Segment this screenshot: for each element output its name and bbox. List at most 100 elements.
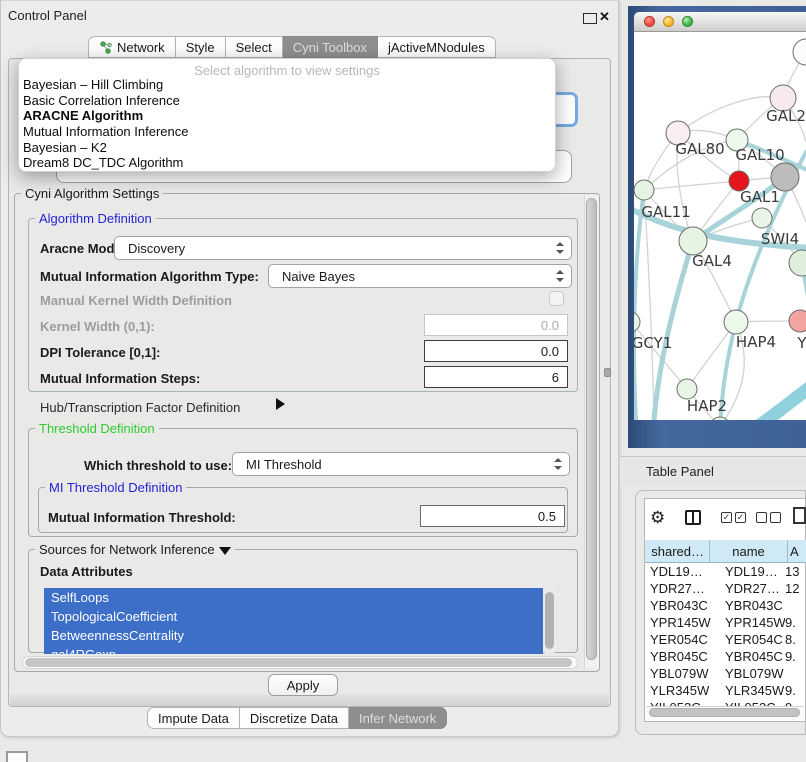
network-canvas[interactable]: GAL2GAL80GAL10GAL1GAL11SWI4GAL4GCY1HAP4Y… xyxy=(634,32,806,420)
mi-steps-label: Mutual Information Steps: xyxy=(40,371,200,386)
sources-title[interactable]: Sources for Network Inference xyxy=(35,542,235,557)
tab-impute-data[interactable]: Impute Data xyxy=(147,707,240,729)
network-node-gcy1[interactable] xyxy=(634,312,640,332)
application-root: Control Panel ✕ NetworkStyleSelectCyni T… xyxy=(0,0,806,762)
data-attribute-item[interactable]: SelfLoops xyxy=(44,588,543,607)
table-row[interactable]: YBR045CYBR045C9. xyxy=(645,648,806,665)
table-row[interactable]: YER054CYER054C8. xyxy=(645,631,806,648)
apply-button[interactable]: Apply xyxy=(268,674,338,696)
table-cell[interactable]: 12 xyxy=(785,581,806,596)
manual-kernel-checkbox[interactable] xyxy=(549,291,564,306)
zoom-traffic-light[interactable] xyxy=(682,16,693,27)
network-node[interactable] xyxy=(789,250,806,276)
tab-network[interactable]: Network xyxy=(88,36,176,58)
table-row[interactable]: YDR27…YDR27…12 xyxy=(645,580,806,597)
column-header-shared[interactable]: shared… xyxy=(645,540,710,562)
network-window-titlebar[interactable] xyxy=(634,12,806,32)
data-attributes-label: Data Attributes xyxy=(40,564,133,579)
network-node-y[interactable] xyxy=(789,310,806,332)
panel-splitter-handle[interactable] xyxy=(604,368,611,377)
table-row[interactable]: YBR043CYBR043C xyxy=(645,597,806,614)
mi-type-combo[interactable]: Naive Bayes xyxy=(268,264,572,288)
table-cell[interactable]: YLR345W xyxy=(717,683,785,698)
table-cell[interactable]: YER054C xyxy=(645,632,717,647)
network-node-gal4[interactable] xyxy=(679,227,707,255)
settings-vscrollbar-thumb[interactable] xyxy=(586,198,597,660)
column-header-name[interactable]: name xyxy=(710,540,788,562)
column-header-partial[interactable]: A xyxy=(788,540,806,562)
network-node[interactable] xyxy=(793,39,806,65)
aracne-mode-combo[interactable]: Discovery xyxy=(114,236,572,260)
table-hscrollbar-thumb[interactable] xyxy=(649,708,800,717)
attributes-scrollbar-thumb[interactable] xyxy=(545,592,554,649)
collapsed-arrow-icon[interactable] xyxy=(276,398,285,410)
mi-threshold-field[interactable]: 0.5 xyxy=(420,505,565,527)
close-panel-icon[interactable]: ✕ xyxy=(599,9,610,25)
data-attribute-item[interactable]: gal4RGexp xyxy=(44,645,543,654)
table-cell[interactable]: 13 xyxy=(785,564,806,579)
minimize-traffic-light[interactable] xyxy=(663,16,674,27)
document-icon[interactable] xyxy=(793,507,806,524)
network-node-label: GAL11 xyxy=(641,203,690,221)
table-cell[interactable]: YDR27… xyxy=(645,581,717,596)
minimized-window-icon[interactable] xyxy=(6,751,28,762)
table-row[interactable]: YIL052CYIL052C9 xyxy=(645,699,806,706)
table-cell[interactable]: YLR345W xyxy=(645,683,717,698)
data-attribute-item[interactable]: BetweennessCentrality xyxy=(44,626,543,645)
table-cell[interactable]: YBR043C xyxy=(645,598,717,613)
table-cell[interactable]: 9. xyxy=(785,615,806,630)
tab-label: Impute Data xyxy=(158,711,229,726)
table-cell[interactable]: YER054C xyxy=(717,632,785,647)
tab-style[interactable]: Style xyxy=(176,36,226,58)
table-cell[interactable]: 9. xyxy=(785,683,806,698)
tab-cyni-toolbox[interactable]: Cyni Toolbox xyxy=(283,36,378,58)
tab-select[interactable]: Select xyxy=(226,36,283,58)
table-cell[interactable]: 9. xyxy=(785,649,806,664)
gear-icon[interactable]: ⚙ xyxy=(650,508,665,528)
mi-steps-field[interactable]: 6 xyxy=(424,366,568,388)
table-cell[interactable]: YBL079W xyxy=(645,666,717,681)
network-node-gal11[interactable] xyxy=(634,180,654,200)
unchecked-checkbox-icon[interactable] xyxy=(770,512,781,523)
table-cell[interactable]: YBR043C xyxy=(717,598,785,613)
network-node-swi4[interactable] xyxy=(752,208,772,228)
settings-hscrollbar-thumb[interactable] xyxy=(25,658,572,667)
close-traffic-light[interactable] xyxy=(644,16,655,27)
table-cell[interactable]: YDR27… xyxy=(717,581,785,596)
table-cell[interactable]: 8. xyxy=(785,632,806,647)
hub-definition-toggle[interactable]: Hub/Transcription Factor Definition xyxy=(40,400,240,415)
which-threshold-combo[interactable]: MI Threshold xyxy=(232,452,570,476)
table-cell[interactable]: YBR045C xyxy=(645,649,717,664)
table-cell[interactable]: YPR145W xyxy=(717,615,785,630)
algorithm-option[interactable]: Bayesian – Hill Climbing xyxy=(23,77,551,93)
table-cell[interactable]: YBL079W xyxy=(717,666,785,681)
kernel-width-field[interactable]: 0.0 xyxy=(424,314,568,336)
table-cell[interactable]: YDL19… xyxy=(645,564,717,579)
algorithm-option[interactable]: Dream8 DC_TDC Algorithm xyxy=(23,155,551,171)
tab-discretize-data[interactable]: Discretize Data xyxy=(240,707,349,729)
network-node[interactable] xyxy=(771,163,799,191)
float-panel-icon[interactable] xyxy=(583,13,597,24)
network-node-hap2[interactable] xyxy=(677,379,697,399)
network-node-hap4[interactable] xyxy=(724,310,748,334)
algorithm-option[interactable]: ARACNE Algorithm xyxy=(23,108,551,124)
table-cell[interactable]: YPR145W xyxy=(645,615,717,630)
table-panel-bar: Table Panel xyxy=(620,456,806,486)
table-row[interactable]: YLR345WYLR345W9. xyxy=(645,682,806,699)
data-attribute-item[interactable]: TopologicalCoefficient xyxy=(44,607,543,626)
columns-icon[interactable] xyxy=(685,510,701,525)
table-row[interactable]: YDL19…YDL19…13 xyxy=(645,563,806,580)
algorithm-option[interactable]: Bayesian – K2 xyxy=(23,140,551,156)
table-row[interactable]: YBL079WYBL079W xyxy=(645,665,806,682)
table-row[interactable]: YPR145WYPR145W9. xyxy=(645,614,806,631)
algorithm-option[interactable]: Mutual Information Inference xyxy=(23,124,551,140)
dpi-tolerance-field[interactable]: 0.0 xyxy=(424,340,568,362)
checked-checkbox-icon[interactable]: ✓ xyxy=(721,512,732,523)
checked-checkbox-icon[interactable]: ✓ xyxy=(735,512,746,523)
unchecked-checkbox-icon[interactable] xyxy=(756,512,767,523)
table-cell[interactable]: YDL19… xyxy=(717,564,785,579)
table-cell[interactable]: YBR045C xyxy=(717,649,785,664)
tab-jactivemnodules[interactable]: jActiveMNodules xyxy=(378,36,496,58)
tab-infer-network[interactable]: Infer Network xyxy=(349,707,447,729)
algorithm-option[interactable]: Basic Correlation Inference xyxy=(23,93,551,109)
